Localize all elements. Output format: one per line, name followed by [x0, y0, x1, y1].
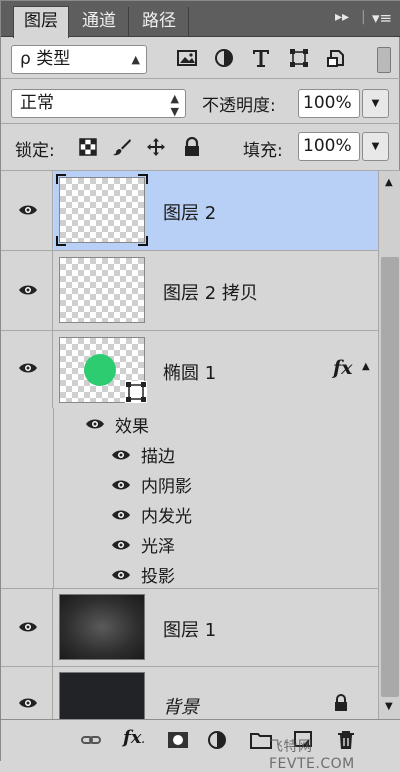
layer-name: 图层 1	[163, 620, 217, 641]
visibility-toggle[interactable]	[1, 667, 53, 719]
visibility-toggle[interactable]	[1, 171, 53, 250]
layer-row[interactable]: 椭圆 1 fx ▲ 效果 描边 内阴影 内发光 光泽 投影	[1, 331, 378, 589]
divider	[53, 408, 54, 589]
effect-inner-glow[interactable]: 内发光	[141, 502, 192, 527]
lock-transparent-pixels-icon[interactable]	[78, 137, 98, 157]
eye-icon[interactable]	[18, 621, 38, 633]
visibility-toggle[interactable]	[1, 331, 53, 408]
layers-scrollbar[interactable]: ▲ ▼	[378, 171, 400, 719]
divider: |	[361, 9, 366, 25]
lock-image-pixels-brush-icon[interactable]	[112, 137, 132, 157]
effect-inner-shadow[interactable]: 内阴影	[141, 472, 192, 497]
fill-dropdown-button[interactable]: ▼	[362, 132, 389, 161]
tab-paths[interactable]: 路径	[130, 7, 189, 37]
layer-name: 背景	[163, 697, 199, 718]
lock-label: 锁定:	[15, 141, 55, 161]
layers-panel: 图层 通道 路径 ▸▸ | ▾≡ ρ 类型 ▲ 正常 ▲ ▼ 不透明度: 100%…	[0, 0, 400, 772]
spinner-arrows-icon: ▲	[131, 53, 140, 66]
add-layer-style-fx-icon[interactable]: fx.	[123, 727, 153, 748]
eye-icon[interactable]	[111, 479, 131, 491]
blend-mode-select[interactable]: 正常 ▲ ▼	[11, 89, 186, 118]
layer-row[interactable]: 图层 1	[1, 589, 378, 667]
filter-kind-value: ρ 类型	[20, 49, 71, 69]
eye-icon[interactable]	[85, 418, 105, 430]
fill-label: 填充:	[243, 141, 283, 161]
layer-name: 图层 2	[163, 203, 217, 224]
scroll-down-arrow-icon[interactable]: ▼	[385, 701, 393, 712]
collapse-panel-icon[interactable]: ▸▸	[335, 9, 349, 25]
effect-drop-shadow[interactable]: 投影	[141, 562, 175, 587]
effect-satin[interactable]: 光泽	[141, 532, 175, 557]
filter-toggle-switch[interactable]	[377, 47, 391, 73]
adjustment-filter-icon[interactable]	[213, 47, 235, 69]
opacity-dropdown-button[interactable]: ▼	[362, 89, 389, 118]
layer-thumbnail	[59, 672, 145, 719]
eye-icon[interactable]	[111, 569, 131, 581]
visibility-toggle[interactable]	[1, 589, 53, 666]
layer-locked-icon	[335, 694, 347, 711]
type-filter-icon[interactable]	[250, 47, 272, 69]
layer-row[interactable]: 图层 2 拷贝	[1, 251, 378, 331]
watermark: 飞特网 FEVTE.COM	[269, 739, 355, 772]
panel-menu-icon[interactable]: ▾≡	[372, 9, 392, 27]
eye-icon[interactable]	[111, 449, 131, 461]
layers-list: 图层 2 图层 2 拷贝 椭圆 1 fx ▲ 效果 描边 内阴影 内发光 光泽 …	[1, 171, 378, 719]
layer-thumbnail	[59, 594, 145, 660]
scroll-up-arrow-icon[interactable]: ▲	[385, 177, 393, 188]
eye-icon[interactable]	[18, 362, 38, 374]
shape-filter-icon[interactable]	[288, 47, 310, 69]
layer-name: 椭圆 1	[163, 363, 217, 384]
eye-icon[interactable]	[18, 204, 38, 216]
scrollbar-thumb[interactable]	[381, 257, 399, 697]
lock-position-move-icon[interactable]	[146, 137, 166, 157]
divider	[1, 78, 400, 79]
layer-thumbnail	[59, 257, 145, 323]
layer-row[interactable]: 图层 2	[1, 171, 378, 251]
visibility-toggle[interactable]	[1, 251, 53, 330]
eye-icon[interactable]	[111, 539, 131, 551]
layer-name: 图层 2 拷贝	[163, 283, 258, 304]
eye-icon[interactable]	[111, 509, 131, 521]
layer-effects-fx-icon[interactable]: fx	[333, 357, 353, 379]
effects-label: 效果	[115, 417, 149, 437]
blend-mode-value: 正常	[20, 93, 54, 113]
tab-channels[interactable]: 通道	[70, 7, 129, 37]
effect-stroke[interactable]: 描边	[141, 442, 175, 467]
smart-object-filter-icon[interactable]	[325, 47, 347, 69]
selected-thumbnail-corners	[56, 174, 148, 246]
lock-all-icon[interactable]	[182, 137, 202, 157]
vector-mask-badge-icon	[125, 381, 147, 403]
eye-icon[interactable]	[18, 697, 38, 709]
opacity-label: 不透明度:	[202, 96, 276, 116]
fill-input[interactable]: 100%	[298, 132, 360, 161]
new-adjustment-layer-icon[interactable]	[206, 730, 228, 750]
filter-kind-select[interactable]: ρ 类型 ▲	[11, 45, 147, 74]
pixel-filter-icon[interactable]	[176, 47, 198, 69]
ellipse-shape-preview	[84, 354, 116, 386]
eye-icon[interactable]	[18, 284, 38, 296]
spinner-arrows-icon: ▲ ▼	[170, 92, 179, 118]
filter-row: ρ 类型 ▲	[1, 38, 400, 78]
link-layers-icon[interactable]	[80, 730, 102, 750]
opacity-input[interactable]: 100%	[298, 89, 360, 118]
tab-layers[interactable]: 图层	[13, 6, 69, 38]
divider	[1, 123, 400, 124]
collapse-effects-arrow-icon[interactable]: ▲	[362, 361, 370, 372]
panel-tab-bar: 图层 通道 路径 ▸▸ | ▾≡	[1, 1, 400, 38]
layer-row[interactable]: 背景	[1, 667, 378, 719]
add-layer-mask-icon[interactable]	[167, 730, 189, 750]
